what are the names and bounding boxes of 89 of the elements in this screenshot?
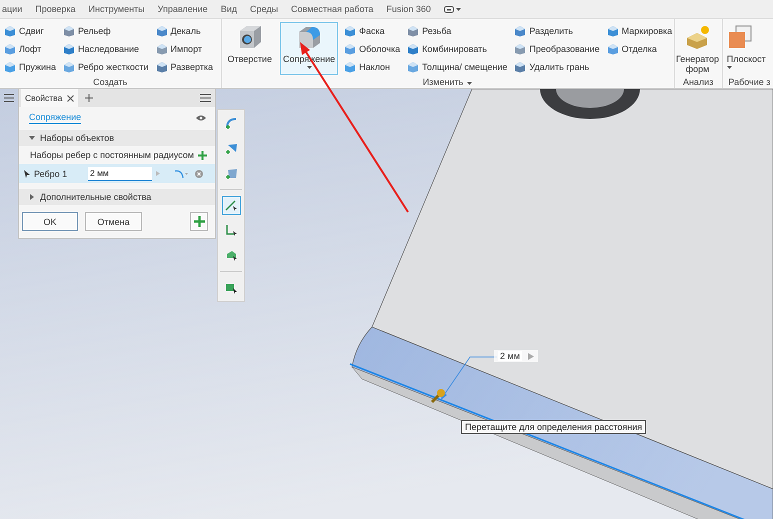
tooltip: Перетащите для определения расстояния <box>461 420 646 434</box>
close-icon[interactable] <box>67 94 74 102</box>
block-icon <box>514 60 526 72</box>
edge-name: Ребро 1 <box>34 168 68 178</box>
block-icon <box>407 24 420 36</box>
menu-item[interactable]: ации <box>0 4 30 14</box>
block-icon <box>606 24 619 36</box>
ribbon-button[interactable]: Фаска <box>343 22 402 39</box>
menu-icon[interactable] <box>200 94 211 102</box>
block-icon <box>344 42 356 54</box>
menu-item[interactable]: Среды <box>244 4 286 14</box>
remove-icon[interactable] <box>195 170 203 178</box>
expand-icon[interactable] <box>29 194 35 200</box>
collapse-icon[interactable] <box>29 135 35 141</box>
group-label: Рабочие з <box>728 76 770 86</box>
dimension-field[interactable]: 2 мм <box>498 351 522 361</box>
block-icon <box>63 60 75 72</box>
set-label: Наборы ребер с постоянным радиусом <box>30 150 194 160</box>
add-icon[interactable] <box>198 150 207 160</box>
ribbon-button[interactable]: Оболочка <box>343 40 402 57</box>
block-icon <box>514 24 526 36</box>
menu-item[interactable]: Совместная работа <box>285 4 380 14</box>
ribbon-button[interactable]: Маркировка <box>606 22 674 39</box>
display-icon[interactable] <box>444 6 454 12</box>
cursor-icon <box>24 170 30 178</box>
ribbon-button[interactable]: Толщина/ смещение <box>406 58 508 75</box>
caret-icon[interactable] <box>456 8 461 10</box>
group-label: Изменить <box>422 76 464 86</box>
block-icon <box>63 24 75 36</box>
ribbon-button[interactable]: Отверстие <box>224 22 275 75</box>
menu-item[interactable]: Fusion 360 <box>380 4 438 14</box>
ribbon-button[interactable]: Плоскост <box>726 22 767 75</box>
square-planes-icon <box>726 24 753 50</box>
block-icon <box>407 42 420 54</box>
ribbon-button[interactable]: Преобразование <box>513 40 601 57</box>
menu-item[interactable]: Вид <box>214 4 244 14</box>
block-icon <box>344 24 356 36</box>
ribbon-button[interactable]: Ребро жесткости <box>62 58 150 75</box>
block-icon <box>514 42 526 54</box>
ribbon-button[interactable]: Лофт <box>3 40 57 57</box>
menu-icon[interactable] <box>4 94 14 102</box>
block-icon <box>4 24 16 36</box>
ribbon-button[interactable]: Рельеф <box>62 22 150 39</box>
block-icon <box>63 42 75 54</box>
button-label: Плоскост <box>726 54 766 64</box>
ribbon-button[interactable]: Наследование <box>62 40 150 57</box>
block-icon <box>156 42 168 54</box>
drag-handle[interactable] <box>430 389 445 404</box>
ribbon-button[interactable]: Генератор форм <box>676 22 720 75</box>
block-icon <box>344 60 356 72</box>
menu-item[interactable]: Управление <box>152 4 215 14</box>
ribbon-button[interactable]: Сдвиг <box>3 22 57 39</box>
ribbon-button[interactable]: Наклон <box>343 58 402 75</box>
add-button[interactable] <box>190 212 208 231</box>
block-icon <box>156 24 168 36</box>
ribbon-button[interactable]: Импорт <box>154 40 214 57</box>
panel-tab[interactable]: Свойства <box>21 89 78 107</box>
block-icon <box>407 60 420 72</box>
box-star-icon <box>684 24 710 50</box>
ribbon-button[interactable]: Отделка <box>606 40 674 57</box>
block-icon <box>606 42 619 54</box>
menu-item[interactable]: Инструменты <box>82 4 152 14</box>
ribbon-button[interactable]: Декаль <box>154 22 214 39</box>
button-label: Генератор форм <box>676 54 720 75</box>
ribbon-button[interactable]: Разделить <box>513 22 601 39</box>
block-icon <box>156 60 168 72</box>
block-icon <box>4 60 16 72</box>
curve-icon[interactable] <box>174 168 188 178</box>
ribbon-button[interactable]: Пружина <box>3 58 57 75</box>
button-label: Отверстие <box>228 54 272 64</box>
eye-icon[interactable] <box>196 115 206 121</box>
ribbon-button[interactable]: Удалить грань <box>513 58 601 75</box>
menu-item[interactable]: Проверка <box>29 4 83 14</box>
ok-button[interactable]: OK <box>22 212 78 231</box>
add-icon[interactable] <box>85 94 94 102</box>
rounded-block-icon <box>296 24 322 50</box>
group-label: Анализ <box>682 76 714 86</box>
group-label: Создать <box>93 76 128 86</box>
plus-icon <box>194 216 204 227</box>
cancel-button[interactable]: Отмена <box>85 212 142 231</box>
play-icon[interactable] <box>528 352 534 360</box>
ribbon-button[interactable]: Резьба <box>406 22 508 39</box>
radius-field[interactable]: 2 мм <box>88 166 152 180</box>
ribbon-button[interactable]: Комбинировать <box>406 40 508 57</box>
edge-row[interactable]: Ребро 1 2 мм <box>19 164 215 183</box>
edge-select-icon[interactable] <box>222 196 240 215</box>
block-icon <box>4 42 16 54</box>
ribbon-button[interactable]: Развертка <box>154 58 214 75</box>
tab-title: Свойства <box>25 93 62 103</box>
